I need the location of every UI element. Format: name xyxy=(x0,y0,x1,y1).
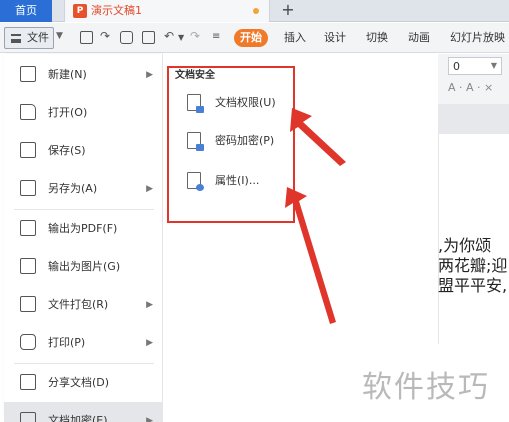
arrow-upper xyxy=(290,108,346,166)
annotation-arrows xyxy=(285,108,346,324)
arrow-lower xyxy=(285,187,336,324)
watermark: 软件技巧 xyxy=(362,370,490,405)
